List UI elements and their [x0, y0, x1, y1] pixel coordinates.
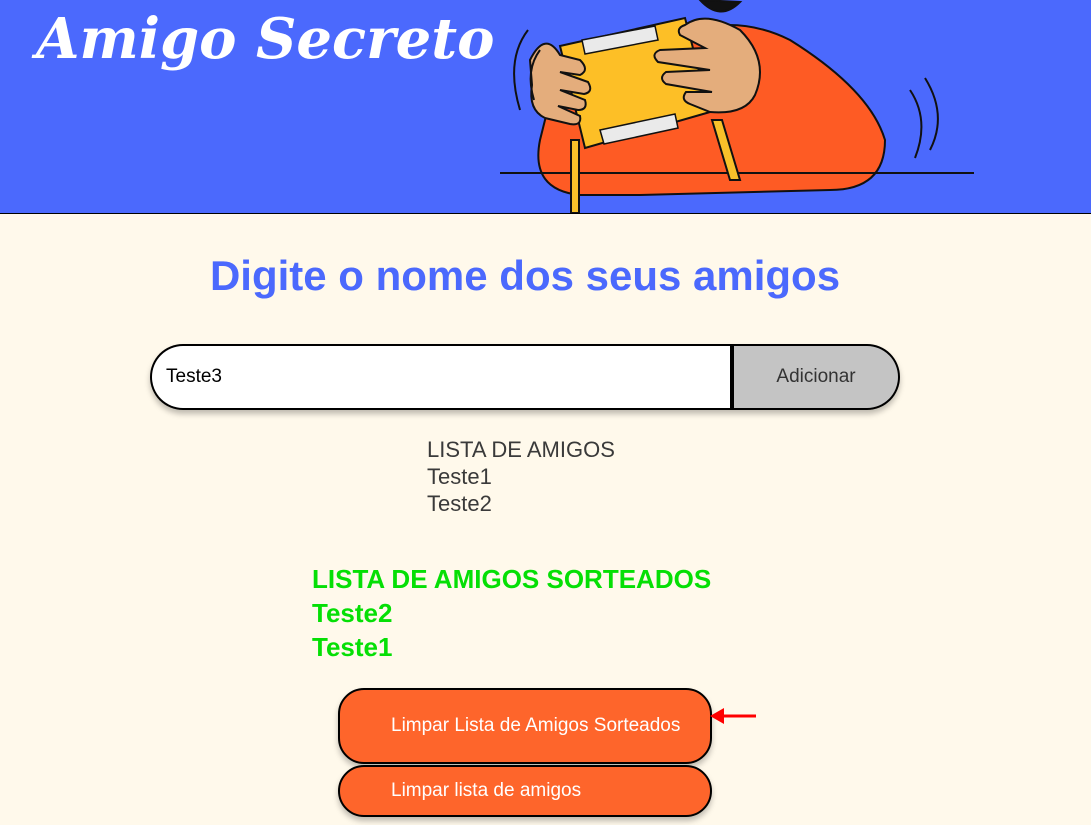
section-title: Digite o nome dos seus amigos [209, 252, 841, 299]
person-holding-box-illustration [500, 0, 974, 213]
add-button[interactable]: Adicionar [730, 344, 900, 410]
app-title: Amigo Secreto [36, 6, 495, 72]
drawn-list-heading: LISTA DE AMIGOS SORTEADOS [312, 564, 712, 594]
list-item: Teste2 [312, 598, 393, 628]
friend-name-input[interactable] [150, 344, 730, 410]
clear-friends-list-button[interactable]: Limpar lista de amigos [338, 765, 712, 817]
friends-list: LISTA DE AMIGOS Teste1 Teste2 [427, 436, 615, 517]
list-item: Teste1 [312, 632, 393, 662]
red-arrow-left-icon [710, 708, 756, 724]
friends-list-heading: LISTA DE AMIGOS [427, 437, 615, 462]
add-friend-form: Adicionar [150, 344, 900, 410]
header-banner: Amigo Secreto [0, 0, 1091, 214]
clear-drawn-list-button[interactable]: Limpar Lista de Amigos Sorteados [338, 688, 712, 764]
list-item: Teste1 [427, 464, 492, 489]
list-item: Teste2 [427, 491, 492, 516]
drawn-friends-list: LISTA DE AMIGOS SORTEADOS Teste2 Teste1 [312, 562, 711, 664]
